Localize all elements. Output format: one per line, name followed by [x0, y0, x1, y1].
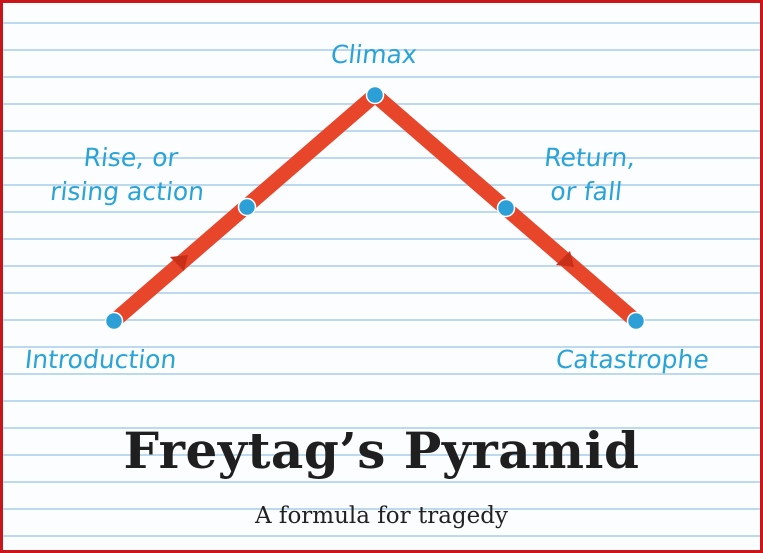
rising-action-label: Rise, or rising action — [35, 141, 222, 209]
return-label-line2: or fall — [548, 177, 624, 206]
diagram-title: Freytag’s Pyramid — [123, 421, 640, 480]
introduction-label: Introduction — [23, 345, 178, 374]
diagram-subtitle: A formula for tragedy — [255, 503, 508, 529]
rising-action-label-line1: Rise, or — [82, 143, 180, 172]
introduction-point — [104, 311, 124, 331]
freytag-diagram: Climax Rise, or rising action Return, or… — [0, 0, 763, 553]
return-label-line1: Return, — [542, 143, 637, 172]
climax-label: Climax — [329, 40, 419, 69]
rising-action-label-line2: rising action — [48, 177, 206, 206]
catastrophe-point — [626, 311, 646, 331]
climax-point — [365, 85, 385, 105]
catastrophe-label: Catastrophe — [554, 345, 711, 374]
rising-action-point — [237, 197, 257, 217]
return-point — [496, 198, 516, 218]
return-label: Return, or fall — [519, 141, 656, 209]
